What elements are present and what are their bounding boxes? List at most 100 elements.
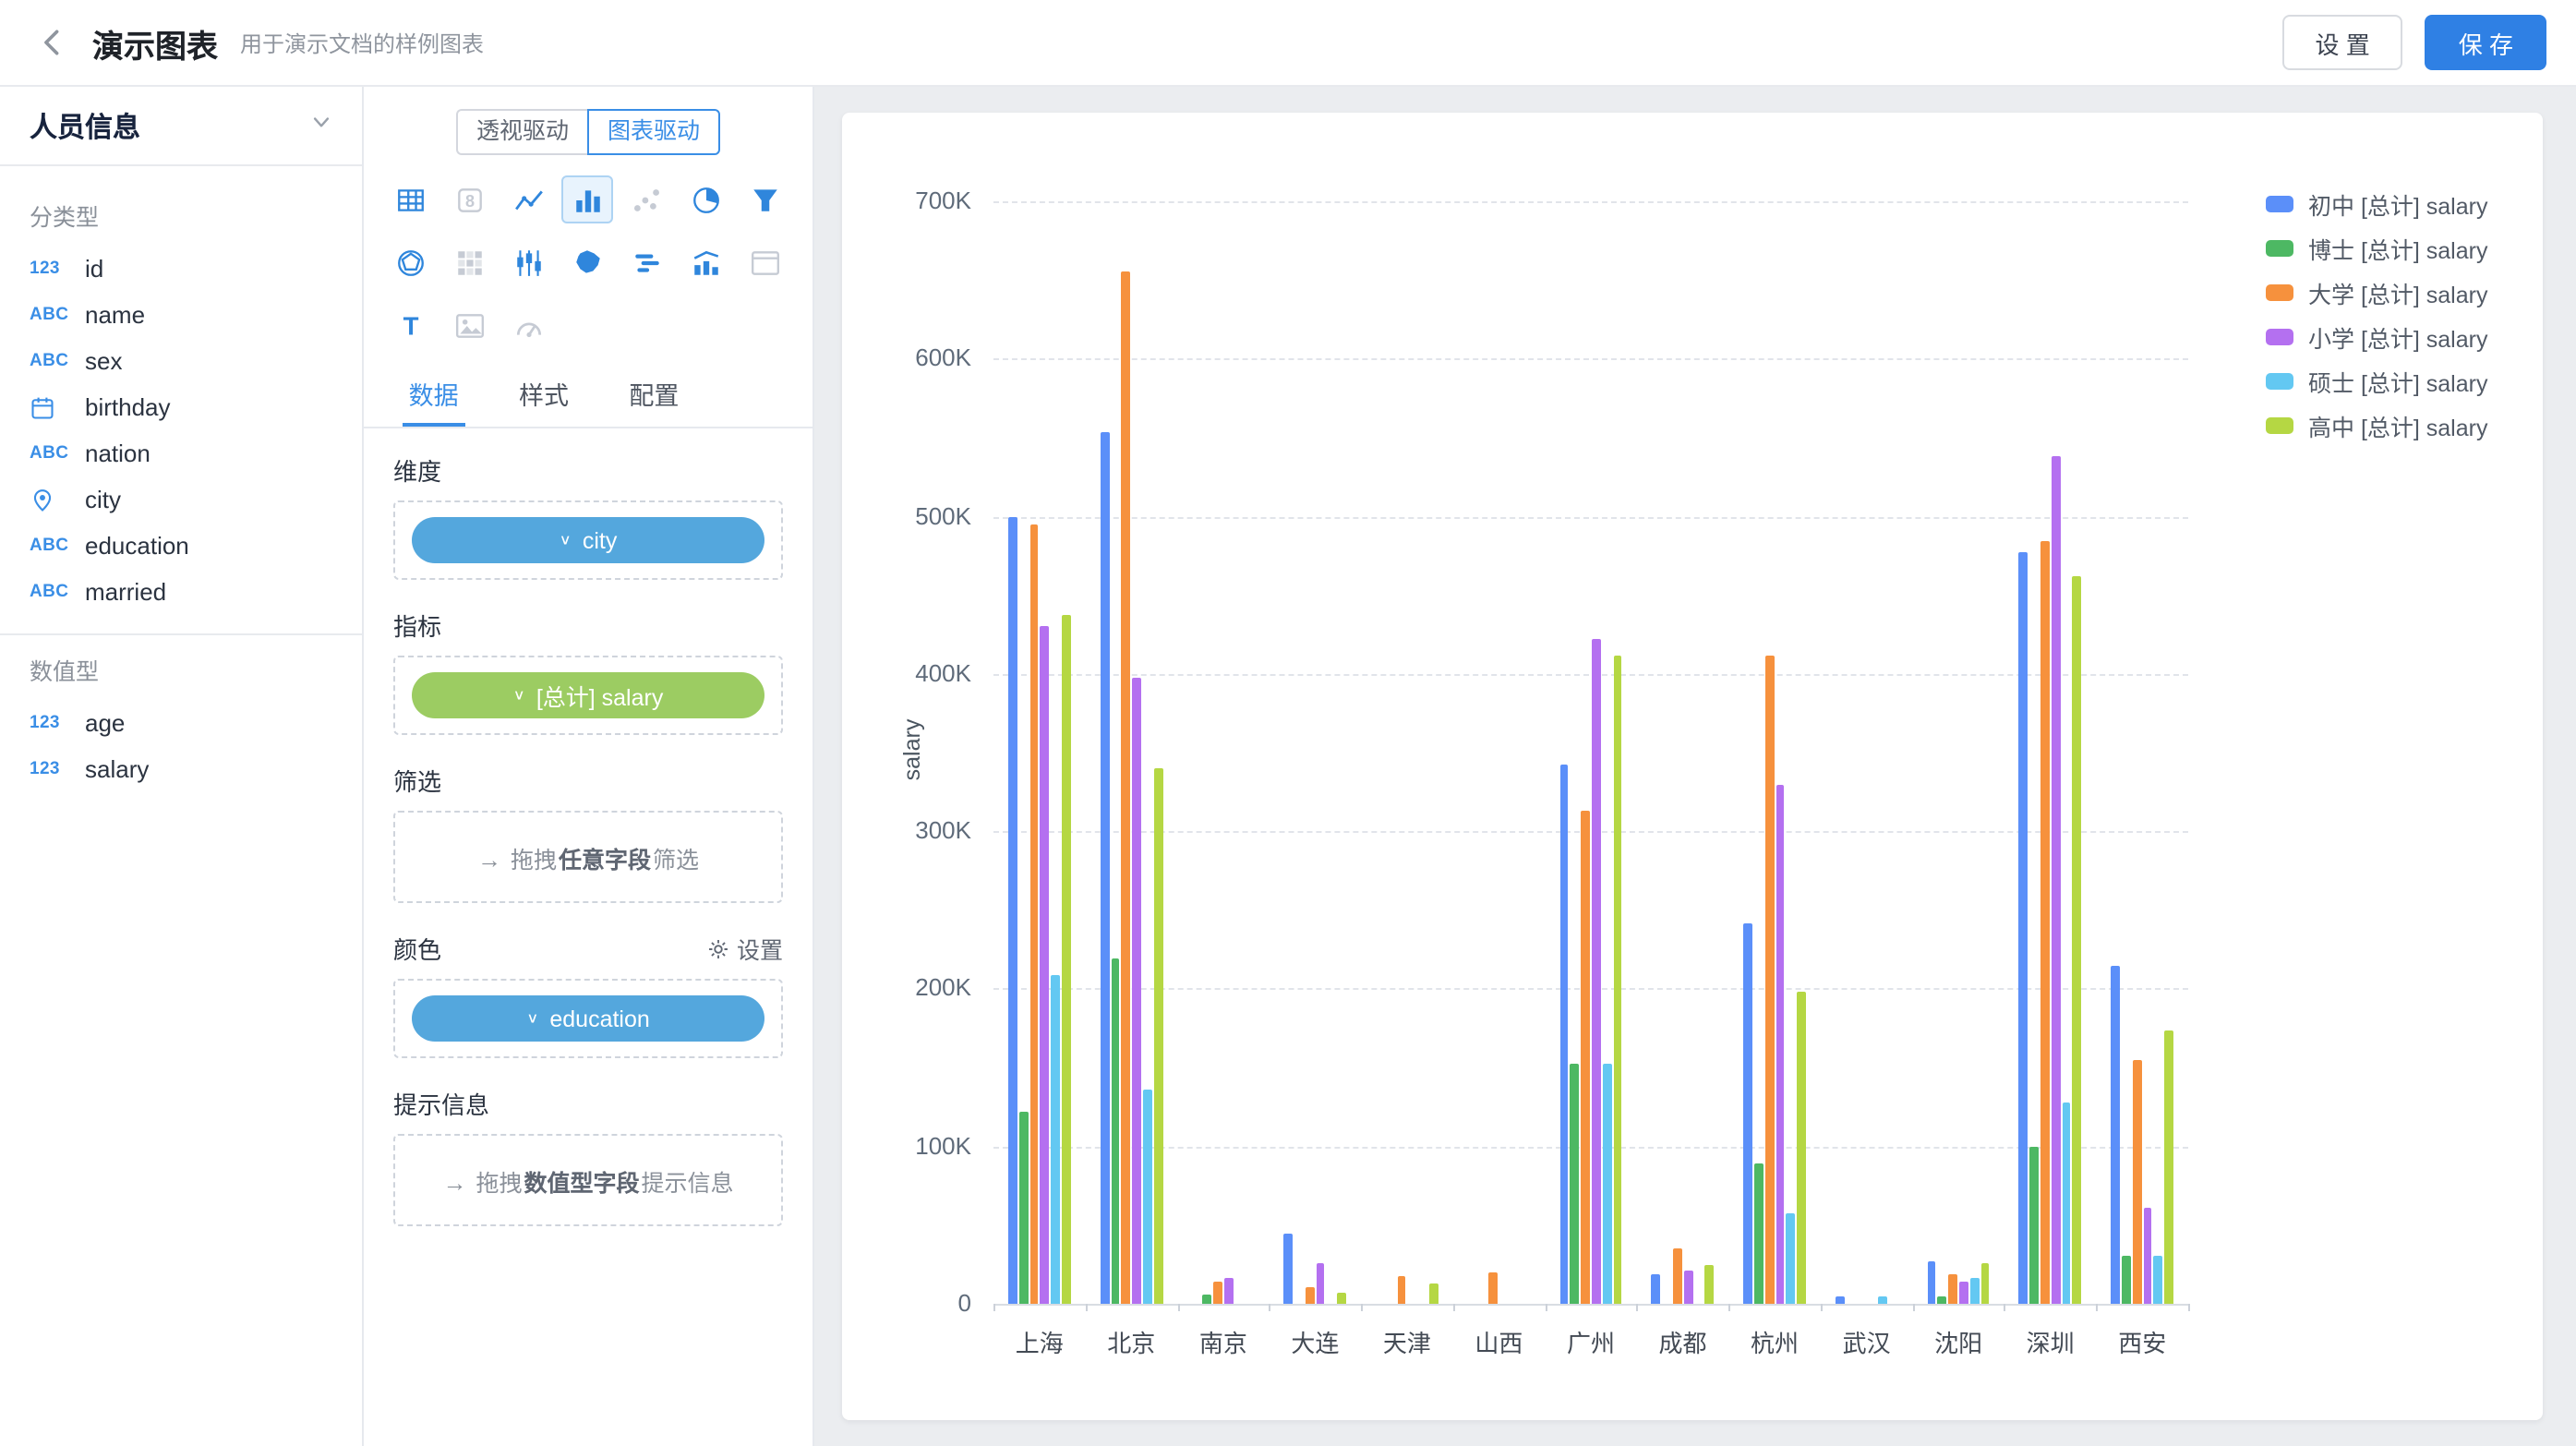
tab-data[interactable]: 数据 xyxy=(379,368,488,427)
dimension-pill-city[interactable]: ∨ city xyxy=(412,517,764,563)
bar-chart-icon[interactable] xyxy=(562,175,614,223)
field-age[interactable]: 123 age xyxy=(30,700,332,746)
funnel-chart-icon[interactable] xyxy=(739,175,790,223)
bar[interactable] xyxy=(1878,1295,1887,1304)
color-pill-education[interactable]: ∨ education xyxy=(412,995,764,1042)
bar[interactable] xyxy=(1008,516,1017,1304)
legend-item[interactable]: 大学 [总计] salary xyxy=(2266,275,2488,310)
filter-dropzone[interactable]: →拖拽任意字段筛选 xyxy=(393,811,783,903)
bar[interactable] xyxy=(2073,576,2082,1304)
legend-item[interactable]: 小学 [总计] salary xyxy=(2266,319,2488,355)
save-button[interactable]: 保 存 xyxy=(2426,15,2546,70)
map-chart-icon[interactable] xyxy=(562,238,614,286)
bar[interactable] xyxy=(1705,1264,1715,1304)
bar[interactable] xyxy=(1019,1112,1029,1304)
bar[interactable] xyxy=(1316,1263,1325,1304)
kline-chart-icon[interactable] xyxy=(503,238,555,286)
bar[interactable] xyxy=(1029,524,1039,1304)
tab-pivot-driven[interactable]: 透视驱动 xyxy=(456,109,587,155)
tab-config[interactable]: 配置 xyxy=(599,368,709,427)
bar[interactable] xyxy=(1306,1286,1315,1304)
bar[interactable] xyxy=(1980,1263,1990,1304)
bar[interactable] xyxy=(1041,627,1050,1304)
bar[interactable] xyxy=(1111,958,1120,1304)
pie-chart-icon[interactable] xyxy=(680,175,731,223)
tab-chart-driven[interactable]: 图表驱动 xyxy=(587,109,720,155)
bar[interactable] xyxy=(2154,1255,2163,1304)
bar[interactable] xyxy=(2164,1030,2173,1304)
bar[interactable] xyxy=(1652,1274,1661,1304)
bar[interactable] xyxy=(1213,1282,1222,1304)
bar[interactable] xyxy=(1613,657,1622,1304)
combo-chart-icon[interactable] xyxy=(680,238,731,286)
bar[interactable] xyxy=(1154,768,1163,1304)
field-nation[interactable]: ABC nation xyxy=(30,430,332,476)
field-sex[interactable]: ABC sex xyxy=(30,338,332,384)
bar[interactable] xyxy=(2029,1146,2039,1304)
bar[interactable] xyxy=(1684,1271,1693,1304)
bar[interactable] xyxy=(1051,975,1060,1304)
wordcloud-chart-icon[interactable] xyxy=(621,238,673,286)
bar[interactable] xyxy=(1949,1274,1958,1304)
bar[interactable] xyxy=(1559,765,1569,1304)
bar[interactable] xyxy=(1673,1248,1682,1304)
field-id[interactable]: 123 id xyxy=(30,246,332,292)
bar[interactable] xyxy=(1284,1235,1294,1304)
field-salary[interactable]: 123 salary xyxy=(30,746,332,792)
tab-style[interactable]: 样式 xyxy=(488,368,598,427)
table-chart-icon[interactable] xyxy=(386,175,438,223)
line-chart-icon[interactable] xyxy=(503,175,555,223)
bar[interactable] xyxy=(1764,655,1774,1304)
bar[interactable] xyxy=(1603,1065,1612,1304)
bar[interactable] xyxy=(1101,433,1110,1304)
bar[interactable] xyxy=(2052,456,2061,1304)
bar[interactable] xyxy=(2040,541,2050,1304)
color-dropzone[interactable]: ∨ education xyxy=(393,979,783,1058)
bar[interactable] xyxy=(1938,1295,1947,1304)
bar[interactable] xyxy=(1062,616,1071,1304)
bar[interactable] xyxy=(2062,1103,2071,1304)
legend-item[interactable]: 硕士 [总计] salary xyxy=(2266,364,2488,399)
legend-item[interactable]: 博士 [总计] salary xyxy=(2266,231,2488,266)
bar[interactable] xyxy=(2143,1208,2152,1304)
settings-button[interactable]: 设 置 xyxy=(2282,15,2403,70)
field-married[interactable]: ABC married xyxy=(30,569,332,615)
dataset-selector[interactable]: 人员信息 xyxy=(0,87,362,166)
field-education[interactable]: ABC education xyxy=(30,523,332,569)
bar[interactable] xyxy=(1132,679,1141,1304)
bar[interactable] xyxy=(1143,1090,1152,1304)
bar[interactable] xyxy=(1970,1279,1980,1304)
bar[interactable] xyxy=(1787,1214,1796,1304)
legend-item[interactable]: 初中 [总计] salary xyxy=(2266,187,2488,222)
field-birthday[interactable]: birthday xyxy=(30,384,332,430)
dimension-dropzone[interactable]: ∨ city xyxy=(393,500,783,580)
bar[interactable] xyxy=(1754,1163,1763,1304)
color-settings-button[interactable]: 设置 xyxy=(707,931,783,966)
bar[interactable] xyxy=(1959,1282,1968,1304)
bar[interactable] xyxy=(1429,1283,1438,1304)
bar[interactable] xyxy=(1489,1272,1499,1304)
bar[interactable] xyxy=(1797,992,1806,1304)
bar[interactable] xyxy=(1743,922,1752,1304)
bar[interactable] xyxy=(1581,811,1590,1304)
metric-dropzone[interactable]: ∨ [总计] salary xyxy=(393,656,783,735)
radar-chart-icon[interactable] xyxy=(386,238,438,286)
tooltip-dropzone[interactable]: →拖拽数值型字段提示信息 xyxy=(393,1134,783,1226)
metric-pill-salary[interactable]: ∨ [总计] salary xyxy=(412,672,764,718)
field-city[interactable]: city xyxy=(30,476,332,523)
bar[interactable] xyxy=(2133,1060,2142,1304)
legend-item[interactable]: 高中 [总计] salary xyxy=(2266,408,2488,443)
bar[interactable] xyxy=(2122,1257,2131,1304)
bar[interactable] xyxy=(2111,967,2120,1304)
bar[interactable] xyxy=(1776,784,1785,1304)
bar[interactable] xyxy=(1397,1275,1406,1304)
text-widget-icon[interactable]: T xyxy=(386,301,438,349)
bar[interactable] xyxy=(1927,1261,1936,1304)
bar[interactable] xyxy=(1224,1277,1234,1304)
bar[interactable] xyxy=(1571,1065,1580,1304)
bar[interactable] xyxy=(1203,1295,1212,1304)
field-name[interactable]: ABC name xyxy=(30,292,332,338)
bar[interactable] xyxy=(1592,639,1601,1304)
bar[interactable] xyxy=(2019,552,2028,1304)
bar[interactable] xyxy=(1122,271,1131,1304)
